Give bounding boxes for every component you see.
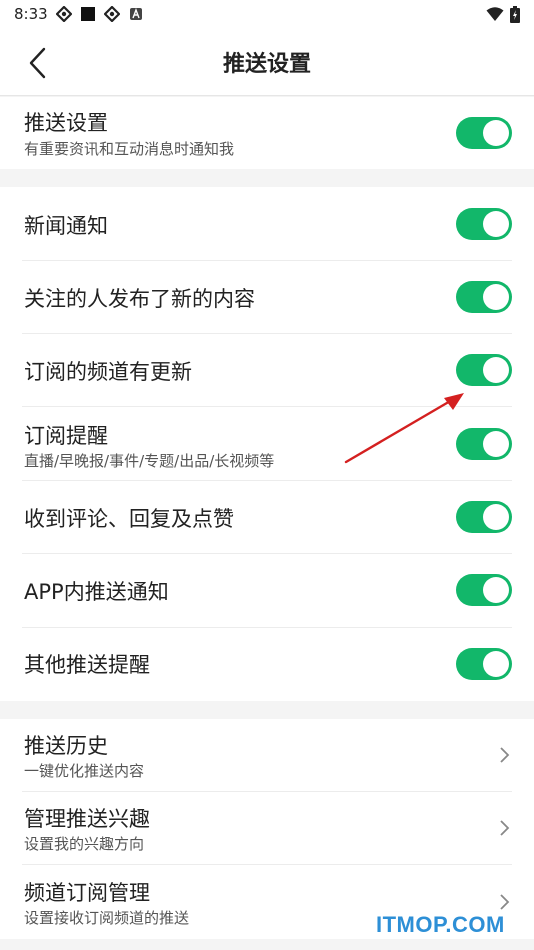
push-history-row[interactable]: 推送历史 一键优化推送内容 [22, 719, 512, 792]
news-notice-label: 新闻通知 [24, 214, 108, 238]
subscription-reminder-row[interactable]: 订阅提醒 直播/早晚报/事件/专题/出品/长视频等 [22, 407, 512, 481]
wifi-icon [486, 7, 504, 21]
subscription-reminder-sub: 直播/早晚报/事件/专题/出品/长视频等 [24, 452, 275, 470]
channel-update-toggle[interactable] [456, 354, 512, 386]
toggle-knob [483, 120, 509, 146]
push-history-label: 推送历史 [24, 734, 108, 758]
chevron-right-icon[interactable] [498, 819, 510, 837]
push-history-sub: 一键优化推送内容 [24, 762, 145, 780]
watermark: ITMOP.COM [376, 912, 505, 937]
font-app-icon [129, 8, 142, 20]
in-app-push-toggle[interactable] [456, 574, 512, 606]
status-time: 8:33 [14, 5, 48, 23]
notification-settings-section: 新闻通知 关注的人发布了新的内容 订阅的频道有更新 订阅提醒 直播/早晚报/事件… [0, 187, 534, 701]
square-notification-icon [80, 7, 95, 21]
comment-reply-like-toggle[interactable] [456, 501, 512, 533]
toggle-knob [483, 431, 509, 457]
channel-update-label: 订阅的频道有更新 [24, 360, 192, 384]
app-header: 推送设置 [0, 28, 534, 96]
other-push-row[interactable]: 其他推送提醒 [22, 628, 512, 701]
subscription-reminder-label: 订阅提醒 [24, 424, 108, 448]
followed-content-row[interactable]: 关注的人发布了新的内容 [22, 261, 512, 334]
push-master-row[interactable]: 推送设置 有重要资讯和互动消息时通知我 [22, 97, 512, 169]
manage-interests-sub: 设置我的兴趣方向 [24, 835, 145, 853]
app-notification-icon [103, 6, 120, 22]
toggle-knob [483, 211, 509, 237]
other-push-toggle[interactable] [456, 648, 512, 680]
comment-reply-like-label: 收到评论、回复及点赞 [24, 507, 234, 531]
subscription-reminder-toggle[interactable] [456, 428, 512, 460]
push-management-section: 推送历史 一键优化推送内容 管理推送兴趣 设置我的兴趣方向 频道订阅管理 设置接… [0, 719, 534, 939]
followed-content-label: 关注的人发布了新的内容 [24, 287, 255, 311]
status-bar: 8:33 [0, 0, 534, 28]
chevron-right-icon[interactable] [498, 746, 510, 764]
toggle-knob [483, 357, 509, 383]
battery-charging-icon [510, 5, 520, 23]
page-title: 推送设置 [222, 52, 311, 77]
toggle-knob [483, 651, 509, 677]
comment-reply-like-row[interactable]: 收到评论、回复及点赞 [22, 481, 512, 554]
toggle-knob [483, 504, 509, 530]
app-notification-icon [55, 6, 72, 22]
chevron-right-icon[interactable] [498, 893, 510, 911]
push-master-section: 推送设置 有重要资讯和互动消息时通知我 [0, 97, 534, 169]
in-app-push-row[interactable]: APP内推送通知 [22, 554, 512, 628]
news-notice-toggle[interactable] [456, 208, 512, 240]
toggle-knob [483, 284, 509, 310]
in-app-push-label: APP内推送通知 [24, 580, 169, 604]
push-master-toggle[interactable] [456, 117, 512, 149]
toggle-knob [483, 577, 509, 603]
channel-subscription-sub: 设置接收订阅频道的推送 [24, 909, 190, 927]
followed-content-toggle[interactable] [456, 281, 512, 313]
channel-update-row[interactable]: 订阅的频道有更新 [22, 334, 512, 407]
push-master-sub: 有重要资讯和互动消息时通知我 [24, 140, 235, 158]
push-master-label: 推送设置 [24, 111, 108, 135]
other-push-label: 其他推送提醒 [24, 653, 150, 677]
manage-interests-label: 管理推送兴趣 [24, 807, 150, 831]
manage-interests-row[interactable]: 管理推送兴趣 设置我的兴趣方向 [22, 792, 512, 865]
channel-subscription-label: 频道订阅管理 [24, 881, 150, 905]
news-notice-row[interactable]: 新闻通知 [22, 187, 512, 261]
